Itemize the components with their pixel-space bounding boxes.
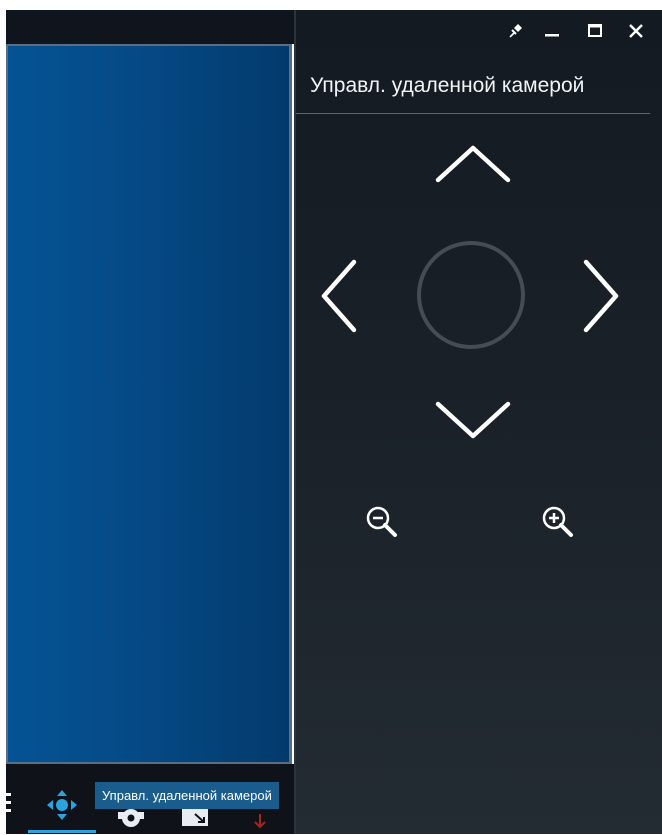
pin-icon[interactable] xyxy=(506,22,524,40)
fullscreen-icon[interactable] xyxy=(180,806,210,828)
maximize-icon[interactable] xyxy=(587,22,603,40)
minimize-icon[interactable] xyxy=(544,22,560,40)
download-icon[interactable] xyxy=(252,812,268,830)
remote-camera-control-panel: Управл. удаленной камерой xyxy=(294,10,662,834)
panel-title: Управл. удаленной камерой xyxy=(310,74,585,97)
zoom-out-icon[interactable] xyxy=(364,504,400,540)
active-tab-indicator xyxy=(28,830,96,833)
pan-left-icon[interactable] xyxy=(318,258,360,334)
grid-icon[interactable] xyxy=(6,790,12,816)
ptz-move-icon[interactable] xyxy=(46,788,78,822)
pan-down-icon[interactable] xyxy=(434,398,512,442)
zoom-in-icon[interactable] xyxy=(540,504,576,540)
pan-up-icon[interactable] xyxy=(434,142,512,186)
center-home-button[interactable] xyxy=(414,238,528,352)
video-view[interactable] xyxy=(6,44,292,764)
pan-right-icon[interactable] xyxy=(580,258,622,334)
settings-gear-icon[interactable] xyxy=(116,806,146,828)
video-title-bar xyxy=(6,10,294,44)
toolbar-tooltip: Управл. удаленной камерой xyxy=(95,782,279,809)
title-divider xyxy=(296,113,650,114)
close-icon[interactable] xyxy=(628,22,644,40)
